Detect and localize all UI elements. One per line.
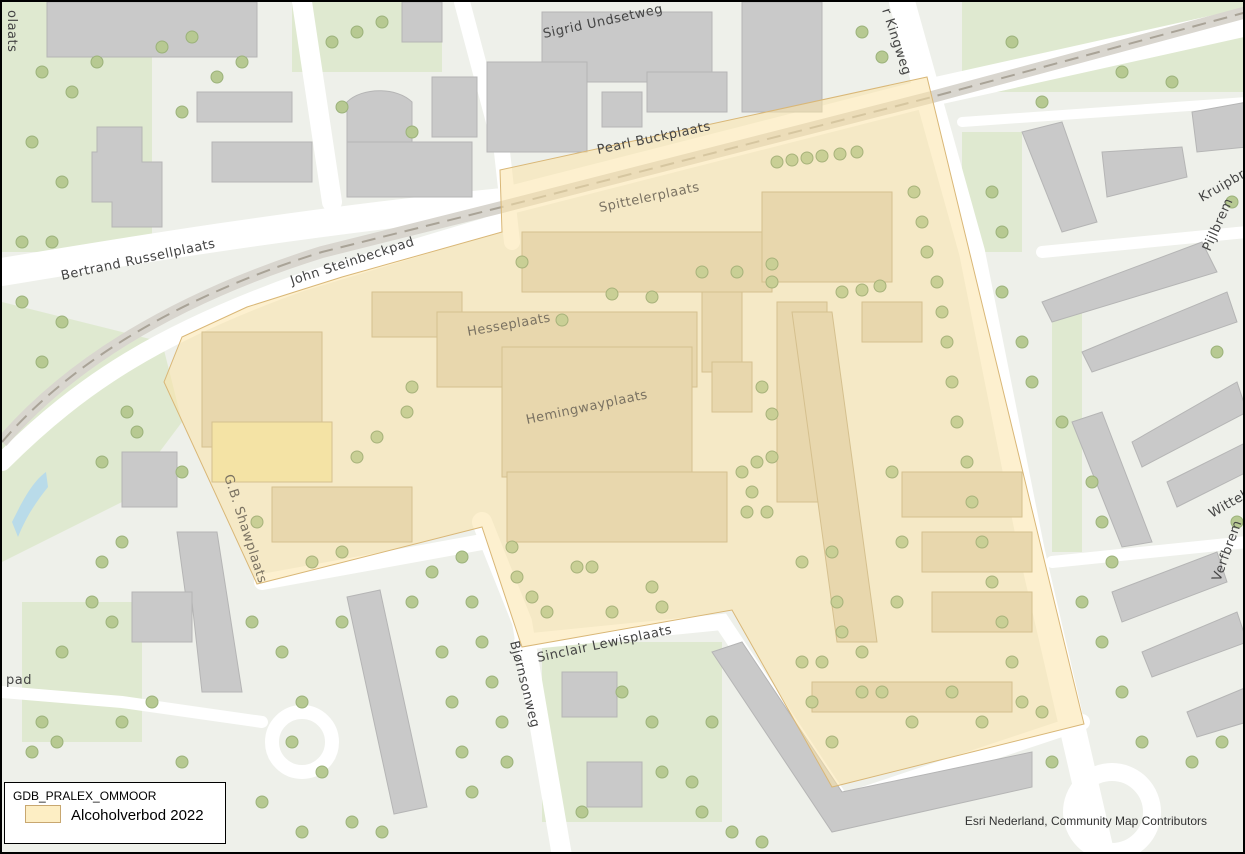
basemap: Sigrid Undsetweg r Kingweg Pearl Buckpla… [2, 2, 1243, 852]
legend-swatch [25, 805, 61, 823]
legend-title: GDB_PRALEX_OMMOOR [13, 789, 157, 803]
legend: GDB_PRALEX_OMMOOR Alcoholverbod 2022 [4, 782, 226, 844]
map-view[interactable]: Sigrid Undsetweg r Kingweg Pearl Buckpla… [0, 0, 1245, 854]
legend-item-label: Alcoholverbod 2022 [71, 807, 204, 824]
map-attribution: Esri Nederland, Community Map Contributo… [964, 814, 1207, 828]
street-label-laats: olaats [4, 10, 19, 52]
street-label-pad: pad [6, 673, 32, 688]
street-label-pijl: Pijlbrem [1200, 196, 1237, 254]
